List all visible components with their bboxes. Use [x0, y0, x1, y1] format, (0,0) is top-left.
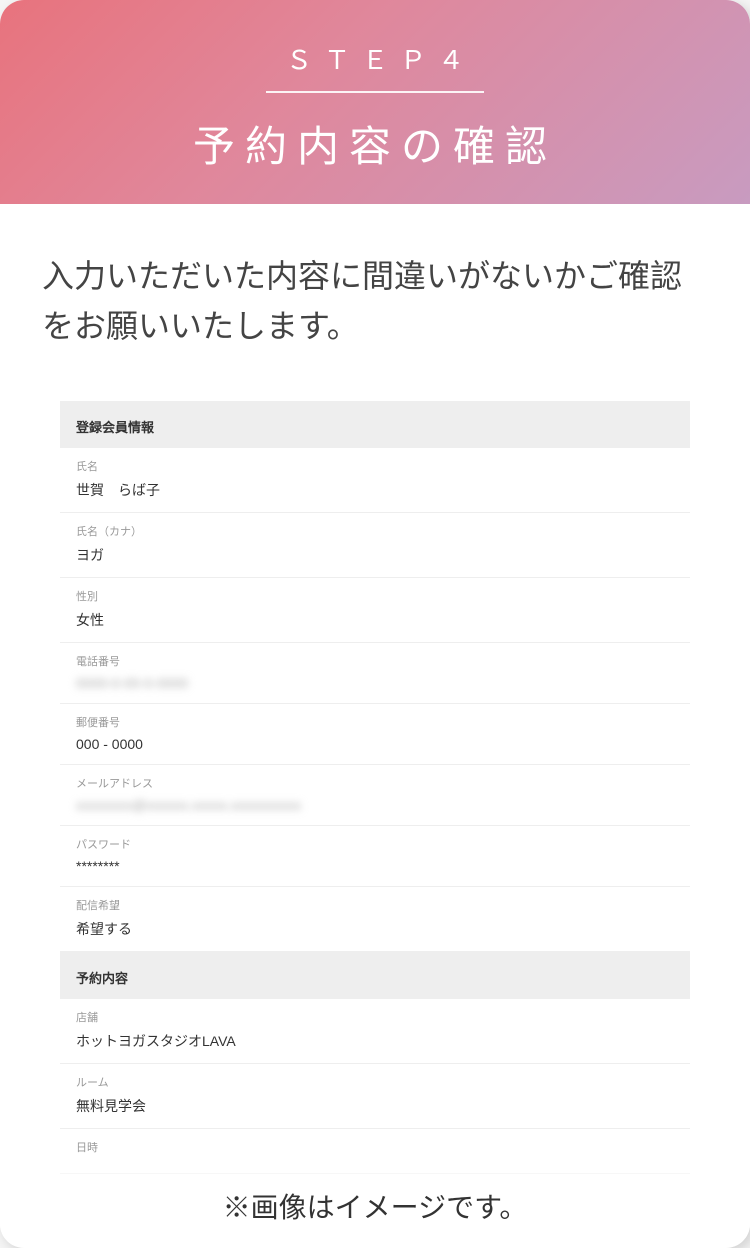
field-room: ルーム 無料見学会: [60, 1064, 690, 1129]
field-label: 配信希望: [76, 897, 674, 913]
field-label: ルーム: [76, 1074, 674, 1090]
field-label: 氏名: [76, 458, 674, 474]
field-value-redacted: 0000-0-00-0-0000: [76, 675, 674, 691]
field-store: 店舗 ホットヨガスタジオLAVA: [60, 999, 690, 1064]
field-label: 性別: [76, 588, 674, 604]
field-label: 電話番号: [76, 653, 674, 669]
field-phone: 電話番号 0000-0-00-0-0000: [60, 643, 690, 704]
field-email: メールアドレス xxxxxxxx@xxxxxx.xxxxx.xxxxxxxxxx: [60, 765, 690, 826]
field-label: 郵便番号: [76, 714, 674, 730]
field-value: ホットヨガスタジオLAVA: [76, 1031, 674, 1051]
header-banner: ＳＴＥＰ４ 予約内容の確認: [0, 0, 750, 204]
field-label: パスワード: [76, 836, 674, 852]
field-value: 世賀 らば子: [76, 480, 674, 500]
confirmation-card: ＳＴＥＰ４ 予約内容の確認 入力いただいた内容に間違いがないかご確認をお願いいた…: [0, 0, 750, 1248]
field-value-redacted: xxxxxxxx@xxxxxx.xxxxx.xxxxxxxxxx: [76, 797, 674, 813]
field-value: 無料見学会: [76, 1096, 674, 1116]
header-title: 予約内容の確認: [20, 113, 730, 174]
field-value: 000 - 0000: [76, 736, 674, 752]
step-label: ＳＴＥＰ４: [266, 40, 484, 93]
section-title-reservation: 予約内容: [60, 952, 690, 999]
field-value: ********: [76, 858, 674, 874]
field-postal: 郵便番号 000 - 0000: [60, 704, 690, 765]
field-label: 店舗: [76, 1009, 674, 1025]
field-subscribe: 配信希望 希望する: [60, 887, 690, 952]
form-container: 登録会員情報 氏名 世賀 らば子 氏名（カナ） ヨガ 性別 女性 電話番号 00…: [60, 401, 690, 1174]
section-title-member: 登録会員情報: [60, 401, 690, 448]
field-password: パスワード ********: [60, 826, 690, 887]
field-value: ヨガ: [76, 545, 674, 565]
field-label: 日時: [76, 1139, 674, 1155]
field-value: 希望する: [76, 919, 674, 939]
description-text: 入力いただいた内容に間違いがないかご確認をお願いいたします。: [0, 204, 750, 371]
field-label: メールアドレス: [76, 775, 674, 791]
field-value: 女性: [76, 610, 674, 630]
footer-note: ※画像はイメージです。: [0, 1174, 750, 1238]
field-kana: 氏名（カナ） ヨガ: [60, 513, 690, 578]
field-date: 日時: [60, 1129, 690, 1174]
field-gender: 性別 女性: [60, 578, 690, 643]
field-label: 氏名（カナ）: [76, 523, 674, 539]
field-name: 氏名 世賀 らば子: [60, 448, 690, 513]
